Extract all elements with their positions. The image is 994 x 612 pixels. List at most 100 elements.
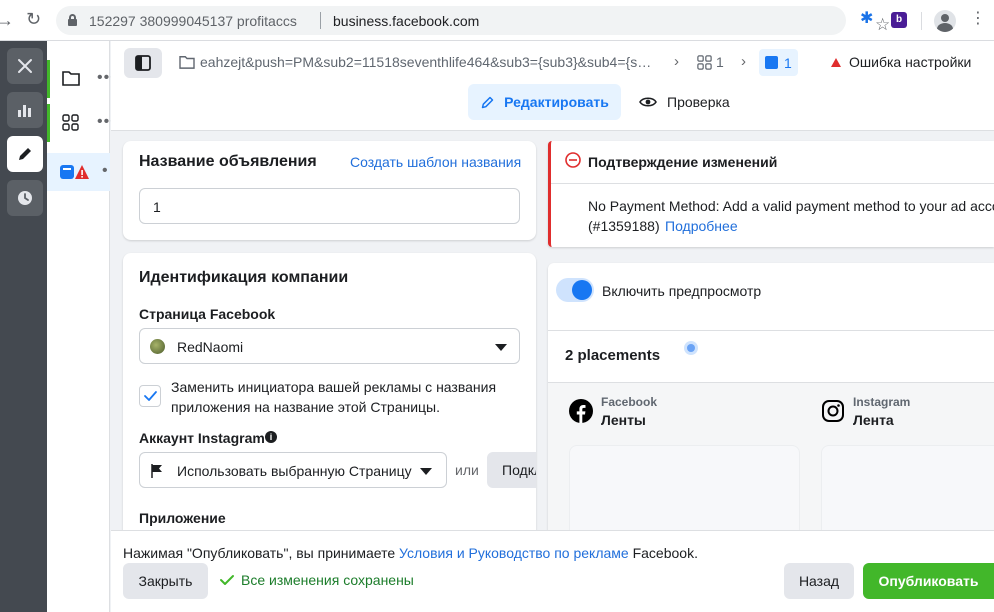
instagram-account-select[interactable]: Использовать выбранную Страницу	[139, 452, 447, 488]
ad-name-value: 1	[153, 199, 161, 215]
bookmark-star-icon[interactable]: ☆	[875, 16, 890, 33]
error-code: (#1359188)	[588, 218, 660, 234]
placements-header: 2 placements	[548, 331, 994, 383]
checkmark-icon	[144, 391, 157, 401]
create-template-link[interactable]: Создать шаблон названия	[350, 154, 521, 170]
or-label: или	[455, 462, 479, 478]
fb-page-label: Страница Facebook	[139, 306, 276, 322]
app-label: Приложение	[139, 510, 226, 526]
fb-page-select[interactable]: RedNaomi	[139, 328, 520, 364]
bar-chart-icon	[18, 105, 31, 117]
address-bar[interactable]: 152297 380999045137 profitaccs business.…	[56, 6, 890, 35]
facebook-icon	[569, 399, 593, 423]
sidebar-panel-icon	[135, 55, 151, 71]
payment-error-message: No Payment Method: Add a valid payment m…	[588, 198, 994, 214]
placement-position: Ленты	[601, 412, 646, 428]
chevron-right-icon: ›	[674, 53, 679, 70]
preview-toggle[interactable]	[556, 278, 594, 302]
ad-icon	[765, 56, 778, 69]
forward-icon[interactable]: →	[0, 10, 14, 31]
editor-footer: Нажимая "Опубликовать", вы принимаете Ус…	[111, 530, 994, 612]
folder-icon	[62, 71, 80, 86]
edit-tool-button[interactable]	[7, 136, 43, 172]
tool-strip	[0, 41, 47, 612]
placements-title: 2 placements	[565, 347, 661, 364]
close-icon	[18, 59, 32, 73]
placement-position: Лента	[853, 412, 894, 428]
preview-toggle-label: Включить предпросмотр	[602, 283, 762, 299]
breadcrumb-ad[interactable]: 1	[759, 49, 798, 76]
tab-review-label: Проверка	[667, 94, 730, 110]
replace-initiator-label: Заменить инициатора вашей рекламы с назв…	[171, 379, 497, 415]
terms-link[interactable]: Условия и Руководство по рекламе	[399, 545, 629, 561]
tree-item-ad[interactable]: •	[47, 153, 110, 191]
terms-suffix: Facebook.	[628, 545, 698, 561]
chevron-right-icon: ›	[741, 53, 746, 70]
instagram-account-label: Аккаунт Instagram	[139, 430, 265, 446]
instagram-account-value: Использовать выбранную Страницу	[177, 463, 412, 479]
editor-header: eahzejt&push=PM&sub2=11518seventhlife464…	[111, 41, 994, 131]
grid-icon	[697, 54, 712, 70]
placements-indicator	[684, 341, 698, 355]
page-avatar	[150, 339, 165, 354]
caret-down-icon	[420, 468, 432, 475]
close-editor-button[interactable]	[7, 48, 43, 84]
setup-error-label: Ошибка настройки	[849, 54, 972, 70]
address-divider	[320, 12, 321, 29]
reload-icon[interactable]: ↻	[26, 9, 41, 30]
close-button[interactable]: Закрыть	[123, 563, 208, 599]
check-icon	[220, 575, 234, 585]
reports-button[interactable]	[7, 92, 43, 128]
lock-icon[interactable]	[68, 14, 77, 26]
extension-icon[interactable]: b	[891, 12, 907, 28]
history-button[interactable]	[7, 180, 43, 216]
tree-item-adset[interactable]: •••	[47, 104, 116, 142]
browser-menu-icon[interactable]: ⋮	[970, 11, 986, 27]
panel-toggle-button[interactable]	[124, 48, 162, 78]
tree-item-campaign[interactable]: •••	[47, 60, 116, 98]
identity-card: Идентификация компании Страница Facebook…	[123, 253, 536, 543]
more-icon[interactable]: •	[102, 162, 109, 180]
browser-toolbar: → ↻ 152297 380999045137 profitaccs busin…	[0, 0, 994, 41]
adset-count: 1	[716, 54, 724, 70]
extensions-puzzle-icon[interactable]: ✱	[860, 11, 873, 27]
campaign-tree: ••• ••• •	[47, 41, 116, 612]
instagram-icon	[822, 400, 844, 422]
confirm-changes-card: Подтверждение изменений No Payment Metho…	[548, 141, 994, 247]
warning-triangle-icon	[831, 57, 841, 67]
learn-more-link[interactable]: Подробнее	[665, 218, 738, 234]
grid-icon	[62, 114, 79, 131]
terms-text: Нажимая "Опубликовать", вы принимаете Ус…	[123, 545, 698, 561]
placement-platform: Facebook	[601, 395, 658, 409]
pencil-icon	[481, 96, 494, 108]
info-icon[interactable]: i	[265, 431, 277, 443]
setup-error-indicator[interactable]: Ошибка настройки	[831, 54, 971, 70]
tab-edit[interactable]: Редактировать	[468, 84, 621, 120]
eye-icon	[639, 97, 657, 107]
connect-instagram-button[interactable]: Подключить аккаунт	[487, 452, 536, 488]
terms-prefix: Нажимая "Опубликовать", вы принимаете	[123, 545, 400, 561]
certificate-label: 152297 380999045137 profitaccs	[89, 13, 297, 29]
folder-icon	[179, 56, 195, 69]
ad-name-card: Название объявления Создать шаблон назва…	[123, 141, 536, 240]
back-button[interactable]: Назад	[784, 563, 854, 599]
saved-status: Все изменения сохранены	[241, 572, 414, 588]
placement-platform: Instagram	[853, 395, 911, 409]
flag-icon	[151, 464, 162, 478]
toolbar-divider	[921, 12, 922, 30]
breadcrumb-campaign[interactable]: eahzejt&push=PM&sub2=11518seventhlife464…	[200, 54, 655, 70]
pencil-icon	[19, 148, 31, 160]
breadcrumb-adset[interactable]: 1	[697, 54, 724, 70]
tab-edit-label: Редактировать	[504, 94, 609, 110]
replace-initiator-checkbox[interactable]	[139, 385, 161, 407]
publish-button[interactable]: Опубликовать	[863, 563, 994, 599]
ad-name-title: Название объявления	[139, 153, 317, 170]
error-circle-icon	[565, 152, 581, 168]
ad-name-input[interactable]: 1	[139, 188, 520, 224]
toggle-knob	[572, 280, 592, 300]
ad-warning-icon	[60, 165, 89, 179]
ad-count: 1	[784, 54, 792, 71]
fb-page-value: RedNaomi	[177, 339, 244, 355]
profile-avatar[interactable]	[934, 10, 956, 32]
tab-review[interactable]: Проверка	[639, 84, 730, 120]
